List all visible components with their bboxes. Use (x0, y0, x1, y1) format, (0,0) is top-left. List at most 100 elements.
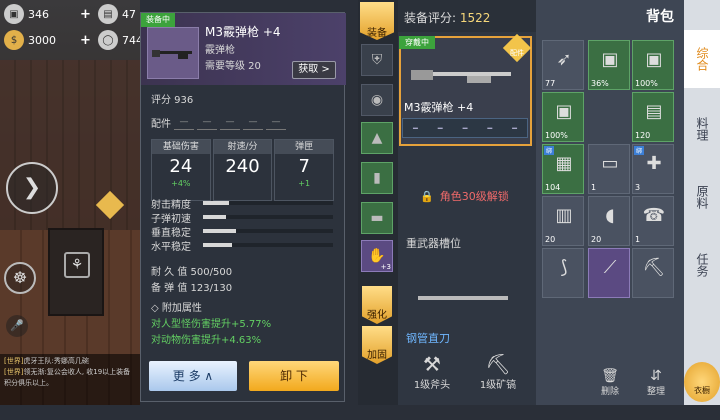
unequip-button[interactable]: 卸 下 (249, 361, 339, 391)
backpack-item[interactable]: ▣ 100% (632, 40, 674, 90)
item-quantity: 120 (635, 131, 651, 140)
tab-materials[interactable]: 原料 (684, 168, 720, 226)
item-quantity: 3 (635, 183, 641, 192)
rank-label: 配件 (510, 49, 524, 57)
chat-line: 积分俱乐以上。 (4, 379, 53, 387)
chat-box[interactable]: [世界]虎牙王队:秀娜高几碗 [世界]领无渐:复公会收人, 收19以上装备 积分… (0, 354, 140, 405)
item-quantity: 20 (591, 235, 602, 244)
gloves-slot[interactable]: ✋ +3 (361, 240, 393, 272)
gold-coin-icon: $ (4, 30, 24, 50)
equipped-badge: 装备中 (141, 13, 175, 27)
item-name: M3霰弹枪 +4 (205, 25, 281, 39)
bound-tag: 绑 (544, 146, 555, 155)
stat-magazine: 弹匣 7 +1 (274, 139, 335, 201)
extra-attributes-title: ◇ 附加属性 (151, 303, 202, 314)
backpack-item[interactable]: ➶ 77 (542, 40, 584, 90)
item-quantity: 104 (545, 183, 561, 192)
attachment-icon: ━ (487, 123, 493, 133)
backpack-title: 背包 (646, 9, 674, 25)
attachment-icon: ━ (412, 123, 418, 133)
phone-icon: ☎ (642, 205, 666, 226)
backpack-item[interactable]: ▭ 1 (588, 144, 630, 194)
locked-slot: 🔒 角色30级解锁 (420, 189, 509, 204)
backpack-item[interactable]: ▦ 绑 104 (542, 144, 584, 194)
item-quantity: 1 (635, 235, 641, 244)
pants-slot[interactable]: ▮ (361, 162, 393, 194)
microphone-icon: 🎤 (10, 319, 24, 332)
chat-line: [世界]虎牙王队:秀娜高几碗 (4, 357, 89, 365)
item-quantity: 100% (635, 79, 658, 88)
attachment-slot[interactable]: — (243, 116, 263, 130)
attachment-slot[interactable]: — (174, 116, 194, 130)
stat-fire-rate: 射速/分 240 (212, 139, 273, 201)
jacket-slot[interactable]: ▲ (361, 122, 393, 154)
item-score: 评分 936 (151, 95, 194, 106)
more-button[interactable]: 更 多 ∧ (149, 361, 237, 391)
heavy-weapon-slot[interactable]: 重武器槽位 (406, 235, 461, 251)
equipment-tab[interactable]: 装备 (360, 2, 394, 40)
axe-icon: ⚒ (423, 352, 441, 376)
reinforce-button[interactable]: 加固 (362, 326, 392, 364)
shoes-icon: ▬ (370, 210, 384, 226)
tab-general[interactable]: 综合 (684, 30, 720, 88)
ammo-reserve: 备 弹 值 123/130 (151, 283, 233, 294)
bound-tag: 绑 (634, 146, 645, 155)
backpack-item[interactable]: ⟋ (588, 248, 630, 298)
stats-table: 基础伤害 24 +4% 射速/分 240 弹匣 7 +1 (151, 139, 336, 201)
rifle-icon: ⟋ (603, 257, 617, 278)
sort-button[interactable]: ⇵ 整理 (636, 368, 676, 397)
strengthen-button[interactable]: 强化 (362, 286, 392, 324)
add-resource-button[interactable]: + (80, 7, 94, 22)
sort-icon: ⇵ (650, 368, 662, 384)
obtain-button[interactable]: 获取 > (292, 61, 336, 79)
tab-cooking[interactable]: 料理 (684, 100, 720, 158)
crate-icon: ▣ (601, 49, 619, 70)
attachment-slot[interactable]: — (266, 116, 286, 130)
crate-icon: ▣ (4, 4, 24, 24)
ammo-button[interactable]: ❯ (6, 162, 58, 214)
attachment-slot[interactable]: — (220, 116, 240, 130)
helmet-slot[interactable]: ◉ (361, 84, 393, 116)
backpack-item[interactable]: ▣ 36% (588, 40, 630, 90)
shotgun-icon (147, 27, 199, 79)
attachment-slot[interactable]: — (197, 116, 217, 130)
extra-attribute: 对人型怪伤害提升+5.77% (151, 319, 272, 330)
backpack-item[interactable]: ▣ 100% (542, 92, 584, 142)
vehicle-button[interactable]: ☸ (4, 262, 36, 294)
item-quantity: 20 (545, 235, 556, 244)
delete-button[interactable]: 🗑 删除 (590, 368, 630, 397)
melee-weapon-name[interactable]: 钢管直刀 (406, 330, 450, 346)
axe-slot[interactable]: ⚒ 1级斧头 (400, 352, 464, 402)
chat-line: [世界]领无渐:复公会收人, 收19以上装备 (4, 368, 131, 376)
attachments-label: 配件 (151, 119, 171, 130)
backpack-item[interactable]: ⛏ (632, 248, 674, 298)
add-resource-button[interactable]: + (80, 33, 94, 48)
box-icon: ▤ (645, 101, 663, 122)
storage-cabinet[interactable]: ⚘ (48, 228, 104, 316)
jacket-icon: ▲ (371, 130, 383, 146)
voice-button[interactable]: 🎤 (6, 315, 28, 337)
wardrobe-button[interactable]: 衣橱 (684, 362, 720, 402)
backpack-item[interactable]: ☎ 1 (632, 196, 674, 246)
backpack-item[interactable]: ⟆ (542, 248, 584, 298)
pickaxe-icon: ⛏ (642, 257, 666, 278)
backpack-item[interactable]: ▥ 20 (542, 196, 584, 246)
bullet-icon: ❯ (22, 175, 42, 200)
vest-slot[interactable]: ⛨ (361, 44, 393, 76)
item-quantity: 77 (545, 79, 556, 88)
shoes-slot[interactable]: ▬ (361, 202, 393, 234)
backpack-item[interactable]: ✚ 绑 3 (632, 144, 674, 194)
stat-bar-horizontal-stability: 水平稳定 (151, 239, 336, 253)
extra-attribute: 对动物伤害提升+4.63% (151, 335, 262, 346)
trash-icon: 🗑 (601, 368, 619, 384)
stat-bar-velocity: 子弹初速 (151, 211, 336, 225)
tab-quests[interactable]: 任务 (684, 236, 720, 294)
cabinet-logo-icon: ⚘ (64, 252, 90, 278)
durability: 耐 久 值 500/500 (151, 267, 233, 278)
backpack-item[interactable]: ◖ 20 (588, 196, 630, 246)
pickaxe-slot[interactable]: ⛏ 1级矿镐 (466, 352, 530, 402)
backpack-item[interactable]: ▤ 120 (632, 92, 674, 142)
equipped-attachments: ━ ━ ━ ━ ━ (402, 118, 528, 138)
wearing-badge: 穿戴中 (399, 36, 435, 49)
shotgun-icon (411, 70, 511, 83)
